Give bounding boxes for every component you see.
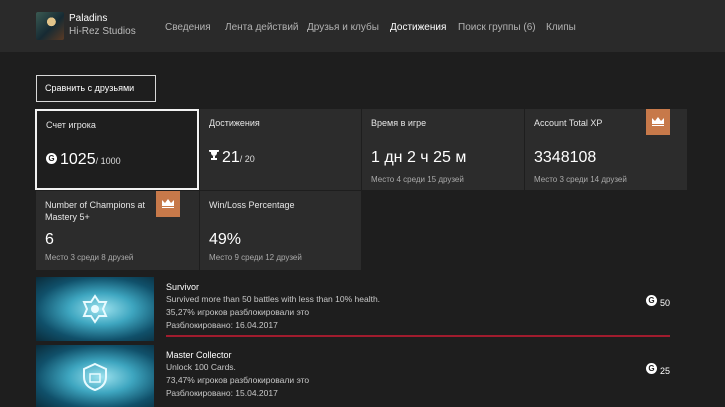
crown-icon [652,117,664,126]
gamerscore-icon: G [645,295,657,306]
achievement-unlock-date: Разблокировано: 15.04.2017 [166,388,278,398]
top-bar: Paladins Hi-Rez Studios Сведения Лента д… [0,0,725,52]
playtime-value: 1 дн 2 ч 25 м [371,149,467,166]
champions-rank: Место 3 среди 8 друзей [45,253,134,262]
winloss-value: 49% [209,231,242,248]
achievements-total: / 20 [239,154,255,164]
achievements-tile[interactable]: Достижения 21/ 20 [200,109,361,190]
champions-tile[interactable]: Number of Champions at Mastery 5+ 6 Мест… [36,191,199,270]
game-publisher: Hi-Rez Studios [69,26,136,37]
achievement-title: Survivor [166,282,200,292]
achievement-item[interactable]: Survivor Survived more than 50 battles w… [36,277,670,341]
playtime-rank: Место 4 среди 15 друзей [371,175,464,184]
achievement-item[interactable]: Master Collector Unlock 100 Cards. 73,47… [36,345,670,407]
playtime-tile[interactable]: Время в игре 1 дн 2 ч 25 м Место 4 среди… [362,109,524,190]
tab-friends-clubs[interactable]: Друзья и клубы [307,22,379,33]
game-title: Paladins [69,13,108,24]
crown-icon [162,199,174,208]
crown-badge [646,109,670,135]
master-collector-emblem-icon [83,362,107,392]
gamerscore-value: 1025 [60,151,96,168]
winloss-rank: Место 9 среди 12 друзей [209,253,302,262]
survivor-emblem-icon [82,294,108,324]
xp-label: Account Total XP [534,118,603,128]
achievement-score: G 25 [645,363,670,376]
gamerscore-value-group: G 1025/ 1000 [46,151,121,169]
champions-label: Number of Champions at Mastery 5+ [45,200,146,222]
xp-value: 3348108 [534,149,597,166]
xp-tile[interactable]: Account Total XP 3348108 Место 3 среди 1… [525,109,687,190]
playtime-label: Время в игре [371,118,427,128]
compare-with-friends-button[interactable]: Сравнить с друзьями [36,75,156,102]
tab-find-group[interactable]: Поиск группы (6) [458,22,536,33]
tab-clips[interactable]: Клипы [546,22,576,33]
achievements-label: Достижения [209,118,260,128]
gamerscore-icon: G [645,363,657,374]
tab-info[interactable]: Сведения [165,22,211,33]
achievements-value-group: 21/ 20 [209,149,255,167]
achievement-image [36,277,154,341]
trophy-icon [209,150,219,160]
achievements-value: 21 [222,149,240,166]
achievement-unlock-percent: 73,47% игроков разблокировали это [166,375,310,385]
winloss-label: Win/Loss Percentage [209,200,295,210]
achievement-image [36,345,154,407]
gamerscore-total: / 1000 [95,156,121,166]
tab-achievements[interactable]: Достижения [390,22,446,33]
achievement-unlock-date: Разблокировано: 16.04.2017 [166,320,278,330]
achievement-unlock-percent: 35,27% игроков разблокировали это [166,307,310,317]
winloss-tile[interactable]: Win/Loss Percentage 49% Место 9 среди 12… [200,191,361,270]
achievement-score-value: 25 [659,366,670,376]
tab-activity-feed[interactable]: Лента действий [225,22,299,33]
achievement-description: Survived more than 50 battles with less … [166,294,381,304]
achievement-title: Master Collector [166,350,232,360]
game-icon [36,12,64,40]
gamerscore-label: Счет игрока [46,120,96,130]
gamerscore-tile[interactable]: Счет игрока G 1025/ 1000 [35,109,199,190]
xp-rank: Место 3 среди 14 друзей [534,175,627,184]
achievement-score-value: 50 [659,298,670,308]
achievement-score: G 50 [645,295,670,308]
gamerscore-icon: G [46,153,57,164]
champions-value: 6 [45,231,54,248]
crown-badge [156,191,180,217]
achievement-progress-bar [166,335,670,337]
achievement-description: Unlock 100 Cards. [166,362,236,372]
